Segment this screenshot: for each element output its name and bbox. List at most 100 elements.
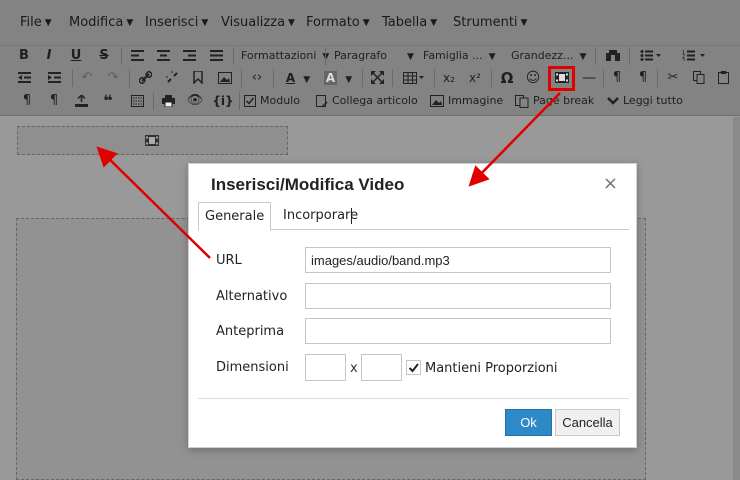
close-icon[interactable]: × [603,173,618,195]
menu-file[interactable]: File ▼ [20,15,52,30]
superscript-button[interactable]: x² [466,68,484,88]
link-icon [137,70,153,85]
height-input[interactable] [361,354,402,381]
paragraph-dropdown[interactable]: Paragrafo ▼ [334,46,414,66]
insert-video-button[interactable] [552,68,572,88]
align-left-button[interactable] [128,46,146,66]
bullet-list-icon [640,50,661,61]
upload-icon [74,93,88,107]
poster-label: Anteprima [216,324,285,339]
paste-button[interactable] [715,68,733,88]
show-blocks-button[interactable]: ¶ [18,91,36,111]
formats-dropdown[interactable]: Formattazioni▼ [241,46,329,66]
horizontal-rule-button[interactable]: — [580,68,598,88]
url-input[interactable] [305,247,611,273]
fullscreen-button[interactable] [368,68,386,88]
editor-scrollbar[interactable] [733,117,740,480]
chevron-down-icon: ▼ [520,18,528,28]
italic-button[interactable]: I [40,46,58,66]
link-article-button[interactable]: Collega articolo [316,91,418,111]
quote-icon: ❝ [103,91,113,110]
insert-template-button[interactable] [128,91,146,111]
toolbar-divider [325,47,326,65]
poster-input[interactable] [305,318,611,344]
menu-label: Modifica [69,15,124,30]
source-code-button[interactable]: ‹› [248,68,266,88]
ltr-button[interactable]: ¶ [608,68,626,88]
menu-insert[interactable]: Inserisci ▼ [145,15,208,30]
alt-input[interactable] [305,283,611,309]
toolbar-divider [153,92,154,110]
cancel-button[interactable]: Cancella [555,409,620,436]
toolbar-divider [657,69,658,87]
video-placeholder-small[interactable] [17,126,288,155]
pilcrow-rtl-icon: ¶ [638,70,648,85]
scissors-icon: ✂ [667,70,679,85]
table-button[interactable] [400,68,428,88]
numbered-list-button[interactable]: 123 [679,46,709,66]
preview-button[interactable]: 👁 [186,91,204,111]
insert-file-button[interactable] [72,91,90,111]
copy-button[interactable] [690,68,708,88]
text-color-button[interactable]: A ▼ [280,68,316,88]
outdent-button[interactable] [15,68,33,88]
special-character-button[interactable]: Ω [497,68,517,88]
font-family-dropdown[interactable]: Famiglia ... ▼ [423,46,496,66]
toolbar-divider [491,69,492,87]
indent-button[interactable] [45,68,63,88]
menu-table[interactable]: Tabella ▼ [382,15,437,30]
dialog-tabs: Generale Incorporare [198,202,629,231]
menu-edit[interactable]: Modifica ▼ [69,15,133,30]
align-justify-button[interactable] [207,46,225,66]
keep-ratio-checkbox[interactable] [406,360,421,375]
toolbar-divider [629,47,630,65]
menu-label: Inserisci [145,15,199,30]
subscript-button[interactable]: x₂ [440,68,458,88]
read-more-button[interactable]: Leggi tutto [607,91,683,111]
anchor-button[interactable] [189,68,207,88]
chevron-down-icon: ▼ [201,18,209,28]
emoticons-button[interactable]: ☺ [524,68,542,88]
module-button[interactable]: Modulo [244,91,300,111]
toolbar-divider [72,69,73,87]
visual-chars-button[interactable]: ¶ [45,91,63,111]
svg-text:3: 3 [682,58,685,61]
undo-button[interactable]: ↶ [78,68,96,88]
code-sample-button[interactable]: {i} [212,91,234,111]
rtl-button[interactable]: ¶ [634,68,652,88]
bullet-list-button[interactable] [637,46,665,66]
menu-format[interactable]: Formato ▼ [306,15,370,30]
menu-view[interactable]: Visualizza ▼ [221,15,295,30]
ok-button[interactable]: Ok [505,409,552,436]
text-cursor [351,208,352,224]
align-right-button[interactable] [180,46,198,66]
unlink-button[interactable] [163,68,181,88]
paragraph-label: Paragrafo [334,49,387,62]
align-center-icon [156,50,170,61]
menu-label: File [20,15,42,30]
page-break-button[interactable]: Page break [515,91,594,111]
chevron-down-icon: ▼ [126,18,134,28]
align-center-button[interactable] [154,46,172,66]
horizontal-rule-icon: — [582,70,596,86]
insert-image-article-button[interactable]: Immagine [430,91,503,111]
underline-button[interactable]: U [67,46,85,66]
insert-image-button[interactable] [216,68,234,88]
background-color-button[interactable]: A ▼ [320,68,356,88]
redo-button[interactable]: ↷ [104,68,122,88]
width-input[interactable] [305,354,346,381]
blockquote-button[interactable]: ❝ [98,91,118,111]
align-left-icon [130,50,144,61]
tab-general[interactable]: Generale [198,202,272,231]
url-label: URL [216,253,242,268]
print-button[interactable] [159,91,177,111]
bold-button[interactable]: B [15,46,33,66]
bookmark-icon [193,70,203,85]
font-size-dropdown[interactable]: Grandezz... ▼ [511,46,586,66]
find-replace-button[interactable] [604,46,622,66]
chevron-down-icon: ▼ [430,18,438,28]
insert-link-button[interactable] [136,68,154,88]
strikethrough-button[interactable]: S [95,46,113,66]
menu-tools[interactable]: Strumenti ▼ [453,15,527,30]
cut-button[interactable]: ✂ [664,68,682,88]
